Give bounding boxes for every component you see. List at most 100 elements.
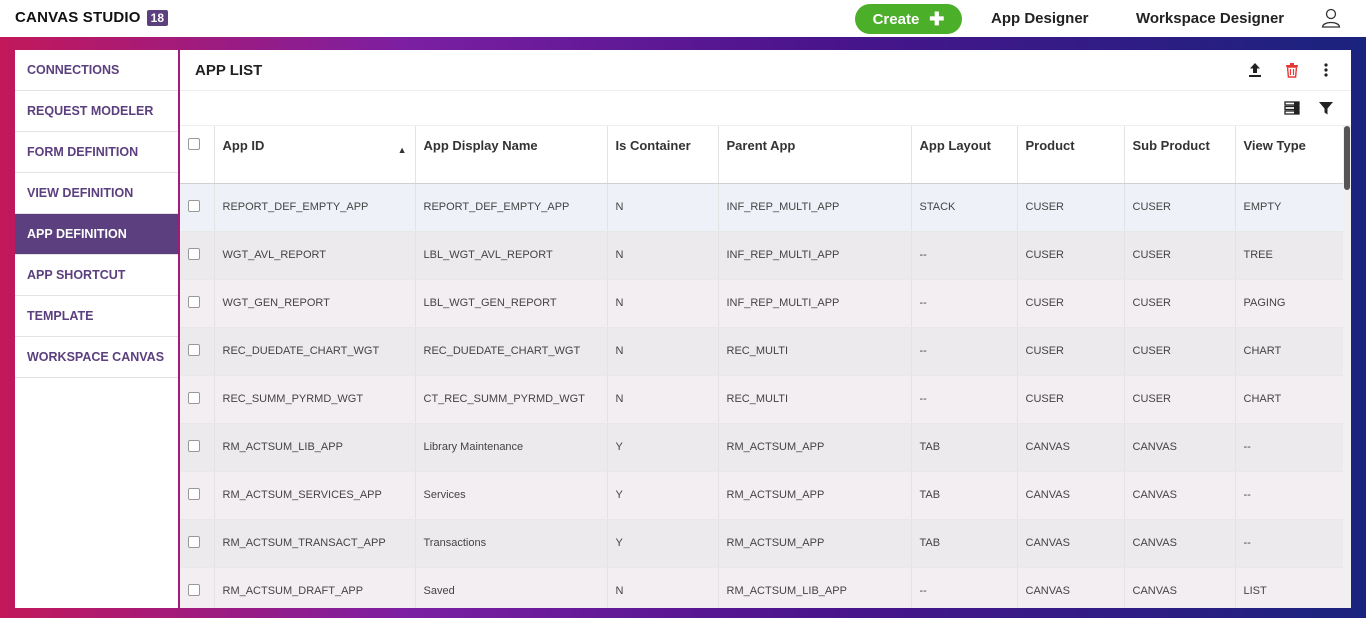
col-parent-app[interactable]: Parent App — [718, 126, 912, 184]
table-cell: TREE — [1235, 231, 1343, 280]
app-list-panel: APP LIST App ID ▲ App Display Name Is Co… — [180, 50, 1351, 608]
sidebar-item-template[interactable]: TEMPLATE — [15, 296, 178, 337]
table-cell: INF_REP_MULTI_APP — [718, 231, 912, 280]
table-row[interactable]: REPORT_DEF_EMPTY_APP REPORT_DEF_EMPTY_APP… — [180, 183, 1343, 232]
nav-app-designer[interactable]: App Designer — [991, 10, 1089, 27]
table-cell: N — [607, 375, 719, 424]
table-row[interactable]: RM_ACTSUM_SERVICES_APP Services Y RM_ACTSUM… — [180, 471, 1343, 520]
col-app-id-label: App ID — [222, 138, 265, 153]
table-cell: Services — [415, 471, 608, 520]
table-cell: CUSER — [1124, 183, 1236, 232]
scrollbar-thumb[interactable] — [1344, 126, 1350, 190]
table-cell: RM_ACTSUM_TRANSACT_APP — [214, 519, 416, 568]
table-cell: PAGING — [1235, 279, 1343, 328]
table-cell: RM_ACTSUM_APP — [718, 519, 912, 568]
row-select-cell — [180, 375, 215, 424]
column-settings-icon[interactable] — [1284, 100, 1300, 116]
row-checkbox[interactable] — [188, 487, 200, 500]
sidebar-item-app-shortcut[interactable]: APP SHORTCUT — [15, 255, 178, 296]
row-checkbox[interactable] — [188, 295, 200, 308]
table-row[interactable]: WGT_AVL_REPORT LBL_WGT_AVL_REPORT N INF_REP… — [180, 231, 1343, 280]
select-all-checkbox[interactable] — [188, 138, 200, 150]
version-badge: 18 — [146, 9, 169, 26]
upload-icon[interactable] — [1247, 62, 1263, 78]
table-cell: CANVAS — [1017, 519, 1125, 568]
row-select-cell — [180, 183, 215, 232]
table-cell: REC_SUMM_PYRMD_WGT — [214, 375, 416, 424]
app-table: App ID ▲ App Display Name Is Container Pa… — [180, 126, 1343, 608]
create-label: Create — [872, 10, 920, 28]
row-select-cell — [180, 279, 215, 328]
table-cell: Saved — [415, 567, 608, 608]
vertical-scrollbar[interactable] — [1343, 126, 1351, 608]
col-is-container[interactable]: Is Container — [607, 126, 719, 184]
sidebar-item-app-definition[interactable]: APP DEFINITION — [15, 214, 178, 255]
col-view-type[interactable]: View Type — [1235, 126, 1343, 184]
table-cell: CANVAS — [1124, 471, 1236, 520]
top-bar: CANVAS STUDIO 18 Create ✚ App Designer W… — [0, 0, 1366, 37]
table-cell: CUSER — [1017, 375, 1125, 424]
table-cell: CHART — [1235, 375, 1343, 424]
plus-icon: ✚ — [929, 9, 945, 29]
row-checkbox[interactable] — [188, 583, 200, 596]
row-select-cell — [180, 327, 215, 376]
nav-workspace-designer[interactable]: Workspace Designer — [1136, 10, 1284, 27]
table-cell: N — [607, 327, 719, 376]
table-cell: CANVAS — [1124, 567, 1236, 608]
col-app-layout[interactable]: App Layout — [911, 126, 1018, 184]
col-app-display-name[interactable]: App Display Name — [415, 126, 608, 184]
table-cell: CUSER — [1017, 183, 1125, 232]
filter-icon[interactable] — [1318, 100, 1334, 116]
select-all-cell — [180, 126, 215, 184]
delete-icon[interactable] — [1284, 62, 1300, 78]
row-checkbox[interactable] — [188, 439, 200, 452]
table-cell: CHART — [1235, 327, 1343, 376]
table-cell: STACK — [911, 183, 1018, 232]
row-checkbox[interactable] — [188, 343, 200, 356]
create-button[interactable]: Create ✚ — [855, 4, 962, 34]
row-checkbox[interactable] — [188, 199, 200, 212]
table-cell: -- — [1235, 423, 1343, 472]
row-checkbox[interactable] — [188, 247, 200, 260]
table-cell: RM_ACTSUM_APP — [718, 471, 912, 520]
table-row[interactable]: REC_SUMM_PYRMD_WGT CT_REC_SUMM_PYRMD_WGT N… — [180, 375, 1343, 424]
table-cell: REC_MULTI — [718, 375, 912, 424]
table-cell: CUSER — [1124, 327, 1236, 376]
table-cell: Transactions — [415, 519, 608, 568]
table-cell: REPORT_DEF_EMPTY_APP — [214, 183, 416, 232]
table-cell: CANVAS — [1017, 567, 1125, 608]
sidebar-item-workspace-canvas[interactable]: WORKSPACE CANVAS — [15, 337, 178, 378]
table-cell: TAB — [911, 471, 1018, 520]
table-cell: CUSER — [1017, 327, 1125, 376]
col-app-id[interactable]: App ID ▲ — [214, 126, 416, 184]
sidebar-item-form-definition[interactable]: FORM DEFINITION — [15, 132, 178, 173]
col-product[interactable]: Product — [1017, 126, 1125, 184]
sidebar-item-connections[interactable]: CONNECTIONS — [15, 50, 178, 91]
sidebar-item-view-definition[interactable]: VIEW DEFINITION — [15, 173, 178, 214]
table-row[interactable]: RM_ACTSUM_LIB_APP Library Maintenance Y RM_… — [180, 423, 1343, 472]
col-sub-product[interactable]: Sub Product — [1124, 126, 1236, 184]
brand[interactable]: CANVAS STUDIO 18 — [15, 9, 169, 26]
more-vertical-icon[interactable] — [1318, 62, 1334, 78]
user-icon[interactable] — [1321, 8, 1341, 28]
table-cell: CANVAS — [1017, 471, 1125, 520]
table-row[interactable]: WGT_GEN_REPORT LBL_WGT_GEN_REPORT N INF_REP… — [180, 279, 1343, 328]
table-row[interactable]: RM_ACTSUM_DRAFT_APP Saved N RM_ACTSUM_LIB_A… — [180, 567, 1343, 608]
table-cell: -- — [911, 327, 1018, 376]
row-select-cell — [180, 471, 215, 520]
table-cell: -- — [911, 279, 1018, 328]
table-cell: CUSER — [1124, 375, 1236, 424]
row-checkbox[interactable] — [188, 391, 200, 404]
table-cell: TAB — [911, 423, 1018, 472]
sidebar-item-request-modeler[interactable]: REQUEST MODELER — [15, 91, 178, 132]
table-cell: CUSER — [1017, 279, 1125, 328]
table-cell: LBL_WGT_AVL_REPORT — [415, 231, 608, 280]
sort-asc-icon[interactable]: ▲ — [398, 140, 407, 160]
brand-name: CANVAS STUDIO — [15, 9, 141, 26]
table-header-row: App ID ▲ App Display Name Is Container Pa… — [180, 126, 1343, 184]
table-row[interactable]: REC_DUEDATE_CHART_WGT REC_DUEDATE_CHART_W… — [180, 327, 1343, 376]
table-row[interactable]: RM_ACTSUM_TRANSACT_APP Transactions Y RM_AC… — [180, 519, 1343, 568]
table-cell: Y — [607, 471, 719, 520]
row-checkbox[interactable] — [188, 535, 200, 548]
table-cell: TAB — [911, 519, 1018, 568]
